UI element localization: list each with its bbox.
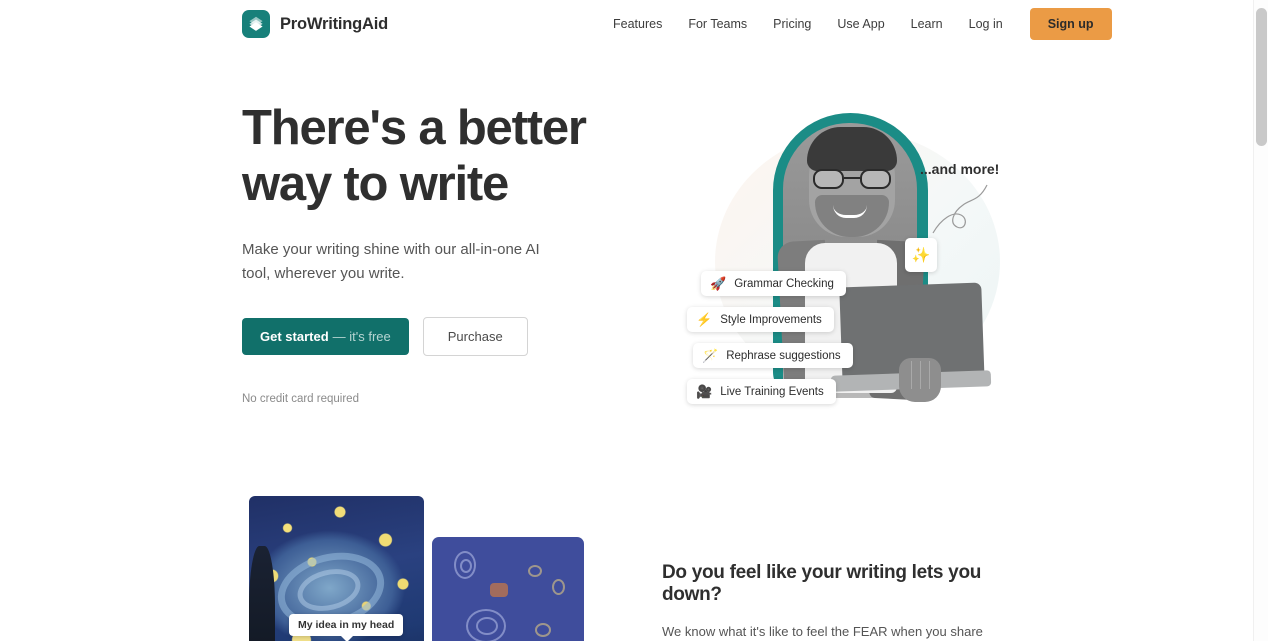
hero-copy: There's a better way to write Make your …: [242, 100, 642, 405]
video-camera-icon: 🎥: [696, 384, 713, 399]
hero-illustration: 🚀 Grammar Checking ⚡ Style Improvements …: [655, 103, 1015, 443]
sketch-swirl: [460, 559, 472, 573]
brand-name: ProWritingAid: [280, 14, 389, 33]
hero-section: There's a better way to write Make your …: [0, 48, 1253, 488]
magic-wand-icon: 🪄: [702, 348, 719, 363]
feature-chip-rephrase-suggestions[interactable]: 🪄 Rephrase suggestions: [693, 343, 853, 368]
site-header: ProWritingAid Features For Teams Pricing…: [0, 0, 1253, 48]
feature-chip-style-improvements[interactable]: ⚡ Style Improvements: [687, 307, 834, 332]
lightning-icon: ⚡: [696, 312, 713, 327]
sparkle-card: ✨: [905, 238, 937, 272]
hero-title: There's a better way to write: [242, 101, 587, 211]
section-two-copy: Do you feel like your writing lets you d…: [662, 562, 1012, 641]
no-credit-card-note: No credit card required: [242, 393, 359, 405]
nav-link-features[interactable]: Features: [600, 11, 675, 37]
person-fingers: [905, 361, 937, 389]
glasses-icon: [813, 169, 891, 189]
hero-button-group: Get started — it's free Purchase: [242, 317, 642, 356]
nav-link-learn[interactable]: Learn: [898, 11, 956, 37]
get-started-button[interactable]: Get started — it's free: [242, 318, 409, 355]
person-hair: [807, 127, 897, 171]
page-viewport: ProWritingAid Features For Teams Pricing…: [0, 0, 1253, 641]
scrollbar-thumb[interactable]: [1256, 8, 1267, 146]
feature-chip-label: Live Training Events: [720, 385, 824, 398]
get-started-label: Get started: [260, 329, 329, 344]
glasses-lens-left: [813, 169, 844, 189]
sketch-star: [552, 579, 565, 595]
book-pages-icon: [242, 10, 270, 38]
get-started-free-tag: — it's free: [332, 329, 391, 344]
section-two-title: Do you feel like your writing lets you d…: [662, 562, 982, 605]
hero-subtitle: Make your writing shine with our all-in-…: [242, 241, 540, 282]
brand-logo-link[interactable]: ProWritingAid: [242, 10, 388, 38]
feature-chip-label: Grammar Checking: [734, 277, 834, 290]
feature-chip-live-training-events[interactable]: 🎥 Live Training Events: [687, 379, 836, 404]
nav-link-pricing[interactable]: Pricing: [760, 11, 824, 37]
main-navigation: Features For Teams Pricing Use App Learn…: [600, 8, 1112, 40]
page-scrollbar[interactable]: [1253, 0, 1268, 641]
rocket-icon: 🚀: [710, 276, 727, 291]
sign-up-button[interactable]: Sign up: [1029, 8, 1112, 40]
sketch-orange-patch: [490, 583, 508, 597]
sketch-version-painting: [432, 537, 584, 641]
writing-lets-you-down-section: Do you feel like your writing lets you d…: [0, 496, 1253, 641]
nav-link-for-teams[interactable]: For Teams: [675, 11, 760, 37]
feature-chip-list: 🚀 Grammar Checking ⚡ Style Improvements …: [687, 271, 853, 404]
glasses-bridge: [844, 177, 860, 180]
sketch-star: [535, 623, 551, 637]
feature-chip-label: Rephrase suggestions: [726, 349, 841, 362]
sketch-swirl: [476, 617, 498, 635]
glasses-lens-right: [860, 169, 891, 189]
nav-link-log-in[interactable]: Log in: [956, 11, 1016, 37]
feature-chip-label: Style Improvements: [720, 313, 822, 326]
sketch-star: [528, 565, 542, 577]
nav-link-use-app[interactable]: Use App: [824, 11, 897, 37]
feature-chip-grammar-checking[interactable]: 🚀 Grammar Checking: [701, 271, 846, 296]
painting-cypress-tree: [249, 546, 275, 641]
sparkle-icon: ✨: [911, 247, 931, 264]
purchase-button[interactable]: Purchase: [422, 317, 528, 356]
and-more-label: ...and more!: [920, 161, 1000, 177]
my-idea-in-my-head-label: My idea in my head: [289, 614, 404, 641]
section-two-body: We know what it's like to feel the FEAR …: [662, 624, 983, 639]
